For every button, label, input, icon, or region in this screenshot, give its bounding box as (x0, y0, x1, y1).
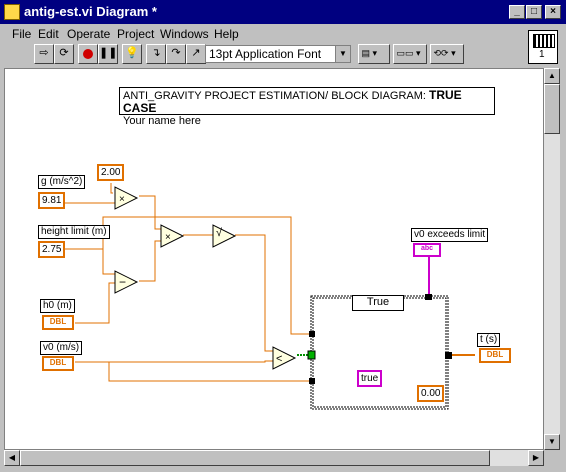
tunnel-string (425, 294, 432, 300)
abort-stop-icon[interactable] (78, 44, 98, 64)
g-label: g (m/s^2) (38, 175, 86, 189)
wire-height-to-subtract (65, 248, 115, 275)
subtract-glyph: − (119, 275, 126, 289)
run-arrow-icon[interactable]: ⇨ (34, 44, 54, 64)
wire-h0-to-subtract (75, 282, 115, 324)
block-diagram-canvas[interactable]: × × − < √ ANTI_GRAVITY PROJECT ESTIMATIO… (4, 68, 544, 450)
tunnel-v0 (309, 378, 315, 384)
scroll-left-icon[interactable]: ◀ (4, 450, 20, 466)
scroll-down-icon[interactable]: ▼ (544, 434, 560, 450)
zero-constant[interactable]: 0.00 (417, 385, 445, 402)
h0-terminal[interactable]: DBL (42, 315, 74, 330)
tunnel-output (445, 352, 452, 359)
scroll-corner (544, 450, 560, 466)
multiply-glyph-2: × (165, 232, 171, 243)
font-select[interactable]: 13pt Application Font ▼ (205, 45, 351, 63)
menu-project[interactable]: Project (117, 27, 154, 41)
sqrt-glyph: √ (216, 227, 223, 239)
align-objects-dropdown[interactable]: ▤ ▾ (358, 44, 390, 64)
t-terminal[interactable]: DBL (479, 348, 511, 363)
labview-app-icon[interactable] (4, 4, 20, 20)
step-over-icon[interactable]: ↷ (166, 44, 186, 64)
multiply-glyph-1: × (119, 194, 125, 205)
wire-multiply-to-multiply2 (139, 195, 161, 230)
distribute-objects-dropdown[interactable]: ▭▭ ▾ (393, 44, 427, 64)
case-selector-label[interactable]: True (352, 295, 404, 311)
t-label: t (s) (477, 333, 501, 347)
v0-terminal[interactable]: DBL (42, 356, 74, 371)
wire-two-to-multiply (110, 183, 113, 194)
menu-file[interactable]: File (12, 27, 31, 41)
connector-pane-icon (533, 34, 555, 48)
font-select-value: 13pt Application Font (209, 47, 322, 61)
h0-label: h0 (m) (40, 299, 75, 313)
horizontal-scroll-thumb[interactable] (20, 450, 490, 466)
highlight-execution-icon[interactable]: 💡 (122, 44, 142, 64)
less-than-glyph: < (276, 353, 282, 365)
maximize-button[interactable]: □ (526, 5, 542, 19)
tunnel-height (309, 331, 315, 337)
chevron-down-icon[interactable]: ▼ (335, 46, 350, 62)
connector-number: 1 (539, 49, 545, 60)
comment-title: ANTI_GRAVITY PROJECT ESTIMATION/ BLOCK D… (123, 90, 430, 102)
step-out-icon[interactable]: ↗ (186, 44, 206, 64)
step-into-icon[interactable]: ↴ (146, 44, 166, 64)
true-string-constant[interactable]: true (357, 370, 383, 387)
scroll-right-icon[interactable]: ▶ (528, 450, 544, 466)
menu-edit[interactable]: Edit (38, 27, 59, 41)
constant-two[interactable]: 2.00 (97, 164, 125, 181)
run-continuously-icon[interactable]: ⟳ (54, 44, 74, 64)
minimize-button[interactable]: _ (509, 5, 525, 19)
wire-v0-to-compare (75, 360, 273, 363)
reorder-dropdown[interactable]: ⟲⟳ ▾ (430, 44, 464, 64)
v0-label: v0 (m/s) (40, 341, 83, 355)
wire-sqrt-to-compare (235, 234, 273, 352)
wire-layer: × × − < (65, 183, 475, 410)
height-limit-label: height limit (m) (38, 225, 110, 239)
vertical-scrollbar[interactable]: ▲ ▼ (544, 68, 560, 450)
vi-icon-connector-pane[interactable]: 1 (528, 30, 558, 64)
menu-windows[interactable]: Windows (160, 27, 209, 41)
menu-operate[interactable]: Operate (67, 27, 110, 41)
window-title: antig-est.vi Diagram * (24, 4, 157, 19)
comment-subtitle: Your name here (123, 115, 201, 127)
diagram-comment: ANTI_GRAVITY PROJECT ESTIMATION/ BLOCK D… (119, 87, 495, 127)
wire-subtract-to-multiply2 (139, 240, 161, 282)
case-selector-terminal (307, 350, 316, 360)
v0-exceeds-limit-label: v0 exceeds limit (411, 228, 489, 242)
height-limit-value[interactable]: 2.75 (38, 241, 66, 258)
menu-help[interactable]: Help (214, 27, 239, 41)
case-selector-value: True (366, 296, 390, 308)
scroll-up-icon[interactable]: ▲ (544, 68, 560, 84)
pause-icon[interactable]: ❚❚ (98, 44, 118, 64)
v0-exceeds-limit-terminal[interactable]: abc (413, 243, 441, 257)
vertical-scroll-thumb[interactable] (544, 84, 560, 134)
horizontal-scrollbar[interactable]: ◀ ▶ (4, 450, 544, 466)
g-value[interactable]: 9.81 (38, 192, 66, 209)
close-button[interactable]: × (545, 5, 561, 19)
